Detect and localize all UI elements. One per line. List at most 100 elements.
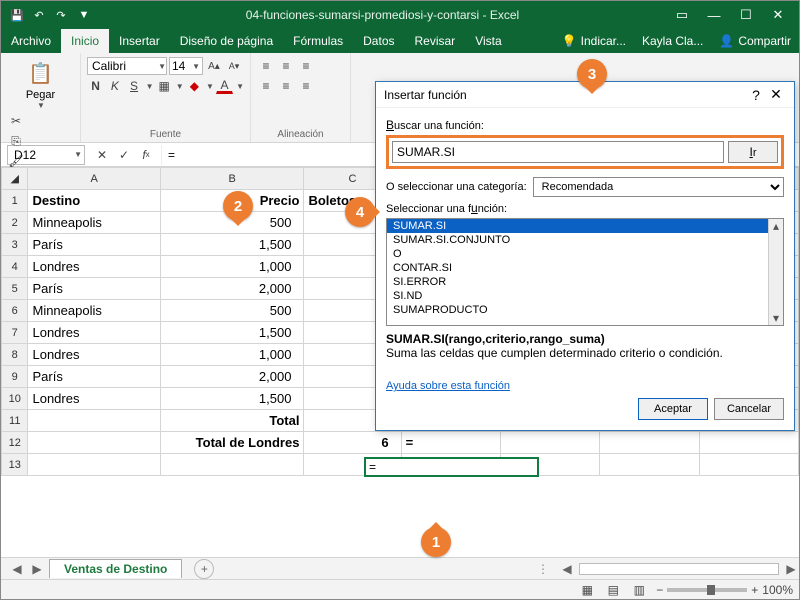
italic-icon[interactable]: K bbox=[106, 77, 123, 95]
underline-icon[interactable]: S bbox=[125, 77, 142, 95]
tab-datos[interactable]: Datos bbox=[353, 29, 404, 53]
select-all-cell[interactable]: ◢ bbox=[2, 168, 28, 190]
sheet-nav-prev-icon[interactable]: ◀ bbox=[9, 562, 25, 576]
ribbon-options-icon[interactable]: ▭ bbox=[673, 6, 691, 24]
category-select[interactable]: Recomendada bbox=[533, 177, 784, 197]
user-account[interactable]: Kayla Cla... bbox=[634, 29, 711, 53]
row-header[interactable]: 6 bbox=[2, 300, 28, 322]
cell[interactable]: Londres bbox=[28, 256, 160, 278]
share-button[interactable]: 👤Compartir bbox=[711, 29, 799, 53]
cell[interactable] bbox=[28, 432, 160, 454]
align-center-icon[interactable]: ≡ bbox=[277, 77, 295, 95]
list-scrollbar[interactable]: ▴▾ bbox=[768, 219, 783, 325]
cell[interactable]: 6 bbox=[304, 432, 401, 454]
cut-icon[interactable]: ✂ bbox=[7, 112, 25, 130]
row-header[interactable]: 2 bbox=[2, 212, 28, 234]
cell[interactable]: 1,500 bbox=[160, 388, 304, 410]
dialog-help-icon[interactable]: ? bbox=[746, 87, 766, 103]
list-item[interactable]: SUMAR.SI.CONJUNTO bbox=[387, 233, 783, 247]
cell[interactable]: Total de Londres bbox=[160, 432, 304, 454]
minimize-icon[interactable]: — bbox=[705, 6, 723, 24]
tell-me[interactable]: 💡Indicar... bbox=[554, 29, 634, 53]
row-header[interactable]: 10 bbox=[2, 388, 28, 410]
cell[interactable]: París bbox=[28, 366, 160, 388]
paste-button[interactable]: 📋 Pegar ▼ bbox=[7, 57, 74, 110]
row-header[interactable]: 11 bbox=[2, 410, 28, 432]
list-item[interactable]: SUMAPRODUCTO bbox=[387, 303, 783, 317]
zoom-slider[interactable] bbox=[667, 588, 747, 592]
cell[interactable]: Minneapolis bbox=[28, 212, 160, 234]
hscroll-right-icon[interactable]: ▶ bbox=[783, 562, 799, 576]
increase-font-icon[interactable]: A▴ bbox=[205, 57, 223, 75]
fx-icon[interactable]: fx bbox=[137, 146, 155, 164]
row-header[interactable]: 8 bbox=[2, 344, 28, 366]
maximize-icon[interactable]: ☐ bbox=[737, 6, 755, 24]
row-header[interactable]: 9 bbox=[2, 366, 28, 388]
sheet-nav-next-icon[interactable]: ▶ bbox=[29, 562, 45, 576]
list-item[interactable]: SI.ND bbox=[387, 289, 783, 303]
sheet-tab[interactable]: Ventas de Destino bbox=[49, 559, 182, 578]
redo-icon[interactable]: ↷ bbox=[53, 7, 69, 23]
cell[interactable]: 1,500 bbox=[160, 322, 304, 344]
align-right-icon[interactable]: ≡ bbox=[297, 77, 315, 95]
go-button[interactable]: Ir bbox=[728, 141, 778, 163]
cell[interactable] bbox=[600, 454, 699, 476]
list-item[interactable]: CONTAR.SI bbox=[387, 261, 783, 275]
decrease-font-icon[interactable]: A▾ bbox=[225, 57, 243, 75]
cell[interactable] bbox=[160, 454, 304, 476]
view-pagebreak-icon[interactable]: ▥ bbox=[630, 581, 648, 599]
zoom-in-button[interactable]: + bbox=[751, 583, 758, 597]
cell[interactable]: París bbox=[28, 278, 160, 300]
column-header[interactable]: B bbox=[160, 168, 304, 190]
row-header[interactable]: 3 bbox=[2, 234, 28, 256]
ok-button[interactable]: Aceptar bbox=[638, 398, 708, 420]
cell[interactable] bbox=[28, 454, 160, 476]
cell[interactable]: Destino bbox=[28, 190, 160, 212]
search-input[interactable] bbox=[392, 141, 724, 163]
tab-revisar[interactable]: Revisar bbox=[405, 29, 466, 53]
border-icon[interactable]: ▦ bbox=[156, 77, 173, 95]
list-item[interactable]: SI.ERROR bbox=[387, 275, 783, 289]
function-list[interactable]: SUMAR.SI SUMAR.SI.CONJUNTO O CONTAR.SI S… bbox=[386, 218, 784, 326]
font-name-select[interactable]: Calibri▼ bbox=[87, 57, 167, 75]
fill-color-icon[interactable]: ◆ bbox=[186, 77, 203, 95]
cell[interactable]: = bbox=[401, 432, 500, 454]
cell[interactable]: Minneapolis bbox=[28, 300, 160, 322]
tab-inicio[interactable]: Inicio bbox=[61, 29, 109, 53]
save-icon[interactable]: 💾 bbox=[9, 7, 25, 23]
cancel-formula-icon[interactable]: ✕ bbox=[93, 146, 111, 164]
cell-editor[interactable]: = bbox=[364, 457, 539, 477]
bold-icon[interactable]: N bbox=[87, 77, 104, 95]
row-header[interactable]: 5 bbox=[2, 278, 28, 300]
list-item[interactable]: O bbox=[387, 247, 783, 261]
cell[interactable] bbox=[600, 432, 699, 454]
qat-dropdown-icon[interactable]: ▼ bbox=[76, 7, 92, 23]
zoom-level[interactable]: 100% bbox=[762, 583, 793, 597]
tab-vista[interactable]: Vista bbox=[465, 29, 511, 53]
undo-icon[interactable]: ↶ bbox=[31, 7, 47, 23]
cell[interactable]: 1,000 bbox=[160, 256, 304, 278]
cell[interactable]: 1,500 bbox=[160, 234, 304, 256]
align-top-icon[interactable]: ≡ bbox=[257, 57, 275, 75]
align-left-icon[interactable]: ≡ bbox=[257, 77, 275, 95]
cell[interactable] bbox=[500, 432, 599, 454]
row-header[interactable]: 13 bbox=[2, 454, 28, 476]
tab-archivo[interactable]: Archivo bbox=[1, 29, 61, 53]
font-color-icon[interactable]: A bbox=[216, 79, 233, 94]
cell[interactable]: Londres bbox=[28, 344, 160, 366]
cell[interactable]: 2,000 bbox=[160, 366, 304, 388]
align-middle-icon[interactable]: ≡ bbox=[277, 57, 295, 75]
cell[interactable]: 1,000 bbox=[160, 344, 304, 366]
cancel-button[interactable]: Cancelar bbox=[714, 398, 784, 420]
cell[interactable]: 500 bbox=[160, 300, 304, 322]
row-header[interactable]: 1 bbox=[2, 190, 28, 212]
zoom-out-button[interactable]: − bbox=[656, 583, 663, 597]
cell[interactable] bbox=[28, 410, 160, 432]
copy-icon[interactable]: ⎘ bbox=[7, 132, 25, 150]
align-bottom-icon[interactable]: ≡ bbox=[297, 57, 315, 75]
row-header[interactable]: 4 bbox=[2, 256, 28, 278]
tab-diseno[interactable]: Diseño de página bbox=[170, 29, 283, 53]
column-header[interactable]: A bbox=[28, 168, 160, 190]
cell[interactable]: Londres bbox=[28, 322, 160, 344]
help-link[interactable]: Ayuda sobre esta función bbox=[386, 380, 510, 392]
